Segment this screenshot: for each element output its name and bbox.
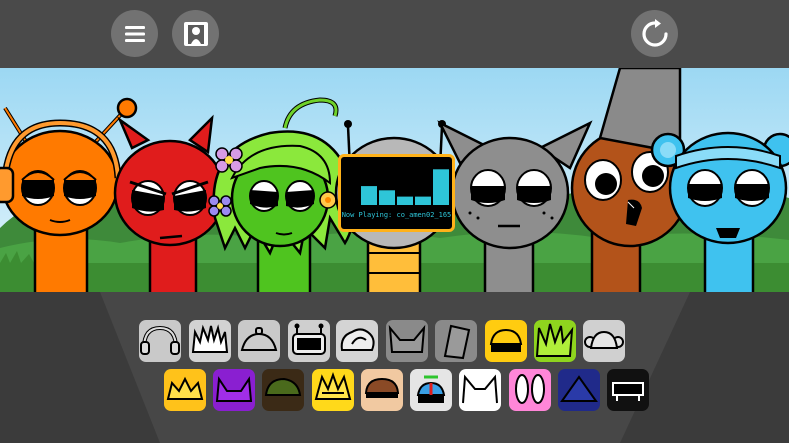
sound-slot-headphones[interactable] [139, 320, 181, 362]
level-bar [415, 196, 431, 205]
sound-slot-hair-band[interactable] [361, 369, 403, 411]
spiky-hair-icon [191, 324, 229, 353]
lime-spikes-icon [535, 323, 574, 357]
profile-button[interactable] [172, 10, 219, 57]
cap-icon [489, 328, 523, 352]
bucket-icon [443, 324, 471, 360]
sound-slot-propeller-hat[interactable] [410, 369, 452, 411]
top-bar [0, 0, 789, 68]
reset-button[interactable] [631, 10, 678, 57]
sound-slot-white-cat[interactable] [459, 369, 501, 411]
sound-slot-bunny-ears[interactable] [509, 369, 551, 411]
hair-band-icon [364, 377, 400, 398]
sound-slot-yellow-cap[interactable] [485, 320, 527, 362]
level-bar [379, 190, 395, 205]
sound-slot-yellow-star[interactable] [312, 369, 354, 411]
lid-hat-icon [240, 327, 278, 351]
sound-slot-crown[interactable] [164, 369, 206, 411]
sound-slot-black-bench[interactable] [607, 369, 649, 411]
sound-slot-gray-bear[interactable] [583, 320, 625, 362]
hood-icon [560, 375, 598, 402]
sound-slot-purple-horns[interactable] [213, 369, 255, 411]
portrait-frame-icon [183, 21, 208, 46]
hamburger-menu-icon [124, 25, 145, 42]
sound-slot-cloud-hat[interactable] [336, 320, 378, 362]
robot-antenna-icon [292, 323, 326, 355]
level-bar [397, 196, 413, 205]
crown-icon [166, 376, 204, 400]
level-bar [361, 186, 377, 205]
character-stage: Now Playing: co_amen02_165 [0, 68, 789, 292]
white-cat-ears-icon [462, 374, 498, 404]
propeller-hat-icon [416, 375, 446, 403]
sound-slot-lid-hat[interactable] [238, 320, 280, 362]
purple-horns-icon [215, 376, 253, 402]
sound-slot-navy-hood[interactable] [558, 369, 600, 411]
sound-slot-bucket[interactable] [435, 320, 477, 362]
sound-slot-cat-ears[interactable] [386, 320, 428, 362]
sound-slot-robot-antenna[interactable] [288, 320, 330, 362]
cat-ears-icon [388, 324, 426, 353]
audio-level-bars [361, 169, 449, 205]
cloud-hat-icon [340, 328, 375, 351]
circular-reset-icon [641, 18, 668, 47]
now-playing-screen: Now Playing: co_amen02_165 [338, 154, 455, 232]
yellow-star-icon [314, 372, 352, 400]
now-playing-text: Now Playing: co_amen02_165 [341, 211, 452, 219]
menu-button[interactable] [111, 10, 158, 57]
bear-ears-icon [584, 330, 624, 349]
sound-slot-lime-spikes[interactable] [534, 320, 576, 362]
bench-icon [612, 382, 644, 401]
palette-background [0, 292, 789, 443]
dark-green-hat-icon [264, 377, 302, 396]
sound-palette [0, 292, 789, 443]
bunny-ears-icon [515, 374, 545, 404]
headphones-icon [140, 325, 180, 355]
sound-slot-spiky[interactable] [189, 320, 231, 362]
sound-slot-dark-green-hat[interactable] [262, 369, 304, 411]
level-bar [433, 169, 449, 205]
flower-icon [319, 191, 337, 209]
